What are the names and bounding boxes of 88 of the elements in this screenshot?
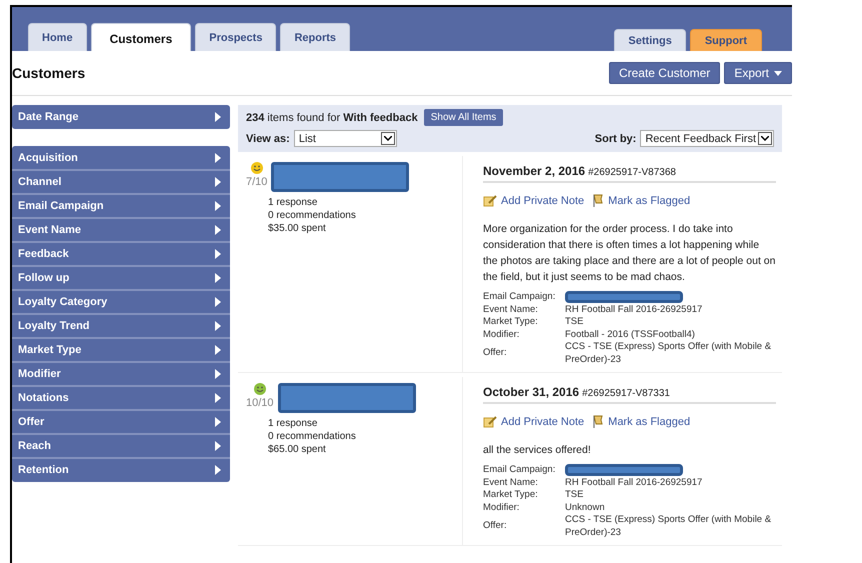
detail-label: Modifier: [483, 502, 520, 514]
detail-value: RH Football Fall 2016-26925917 [565, 476, 704, 489]
flag-icon [592, 415, 604, 428]
arrow-icon [215, 201, 221, 211]
arrow-icon [215, 153, 221, 163]
filter-item[interactable]: Channel [12, 169, 230, 193]
feedback-comment: More organization for the order process. I do take into consideration that there is often times a lot happening while the photos are taking place and there are a lot of people out on the field, but it just seems to be mad chaos. [483, 222, 776, 285]
flag-link[interactable]: Mark as Flagged [592, 194, 690, 207]
sort-select[interactable]: Recent Feedback First [640, 130, 774, 147]
results-summary: 234 items found for With feedback [246, 112, 418, 124]
detail-value: CCS - TSE (Express) Sports Offer (with Mobile & PreOrder)-23 [565, 514, 772, 539]
filter-item[interactable]: Acquisition [12, 147, 230, 169]
arrow-icon [215, 321, 221, 331]
customer-stat: 0 recommendations [268, 209, 357, 222]
arrow-icon [215, 249, 221, 259]
arrow-icon [215, 345, 221, 355]
arrow-icon [215, 177, 221, 187]
detail-label: Market Type: [483, 489, 539, 502]
detail-value: TSE [565, 489, 584, 502]
detail-label: Modifier: [483, 328, 520, 341]
feedback-comment: all the services offered! [483, 443, 592, 458]
detail-label: Market Type: [483, 316, 539, 328]
filter-item[interactable]: Reach [12, 433, 230, 457]
note-icon [483, 416, 497, 428]
detail-value: RH Football Fall 2016-26925917 [565, 304, 704, 316]
arrow-icon [215, 441, 221, 451]
nav-tab[interactable]: Customers [90, 23, 192, 51]
flag-icon [592, 194, 604, 207]
arrow-icon [215, 225, 221, 235]
filter-item[interactable]: Follow up [12, 265, 230, 289]
customer-stat: 1 response [268, 196, 318, 209]
filter-item[interactable]: Modifier [12, 361, 230, 385]
filter-item[interactable]: Notations [12, 385, 230, 409]
arrow-icon [215, 369, 221, 379]
dropdown-icon [758, 132, 772, 145]
detail-label: Offer: [483, 520, 508, 533]
order-number: #26925917-V87331 [582, 388, 670, 399]
create-button[interactable]: Create Customer [608, 62, 720, 84]
nav-tab[interactable]: Reports [280, 23, 350, 51]
arrow-icon [215, 393, 221, 403]
export-button[interactable]: Export [724, 62, 792, 84]
filter-item[interactable]: Loyalty Category [12, 289, 230, 313]
customer-stat: 0 recommendations [268, 430, 357, 443]
filter-item[interactable]: Feedback [12, 241, 230, 265]
detail-label: Event Name: [483, 476, 539, 489]
note-icon [483, 194, 497, 206]
view-label: View as: [246, 132, 290, 144]
detail-label: Event Name: [483, 304, 539, 316]
sort-label: Sort by: [594, 132, 636, 144]
page-title: Customers [12, 65, 86, 81]
filter-item[interactable]: Email Campaign [12, 193, 230, 217]
customer-stat: $65.00 spent [268, 443, 327, 456]
nav-tab[interactable]: Home [28, 23, 87, 51]
filter-item[interactable]: Loyalty Trend [12, 313, 230, 337]
arrow-icon [215, 112, 221, 122]
dropdown-icon [380, 132, 395, 145]
filter-item[interactable]: Offer [12, 409, 230, 433]
detail-value: TSE [565, 316, 584, 328]
filter-item[interactable]: Retention [12, 457, 230, 481]
detail-label: Offer: [483, 347, 508, 360]
nav-tab[interactable]: Prospects [195, 23, 276, 51]
show-all-button[interactable]: Show All Items [424, 109, 504, 126]
flag-link[interactable]: Mark as Flagged [592, 415, 690, 428]
arrow-icon [215, 465, 221, 475]
nav-tab[interactable]: Settings [614, 29, 686, 51]
arrow-icon [215, 273, 221, 283]
detail-value: Unknown [565, 502, 606, 514]
feedback-date: October 31, 2016 [483, 385, 580, 399]
note-link[interactable]: Add Private Note [483, 415, 584, 428]
arrow-icon [215, 297, 221, 307]
detail-label: Email Campaign: [483, 464, 556, 476]
customer-stat: 1 response [268, 417, 318, 430]
detail-value: Football - 2016 (TSSFootball4) [565, 328, 696, 341]
detail-label: Email Campaign: [483, 291, 556, 304]
filter-item[interactable]: Date Range [12, 106, 230, 128]
filter-item[interactable]: Market Type [12, 337, 230, 361]
nav-tab[interactable]: Support [690, 29, 762, 51]
feedback-date: November 2, 2016 [483, 164, 586, 178]
score: 10/10 [246, 397, 274, 409]
detail-value: CCS - TSE (Express) Sports Offer (with Mobile & PreOrder)-23 [565, 341, 772, 366]
filter-item[interactable]: Event Name [12, 217, 230, 241]
arrow-icon [215, 417, 221, 427]
note-link[interactable]: Add Private Note [483, 194, 584, 207]
customer-stat: $35.00 spent [268, 222, 327, 235]
order-number: #26925917-V87368 [588, 167, 676, 178]
caret-icon [774, 70, 782, 76]
view-select[interactable]: List [294, 130, 397, 147]
score: 7/10 [246, 176, 268, 188]
